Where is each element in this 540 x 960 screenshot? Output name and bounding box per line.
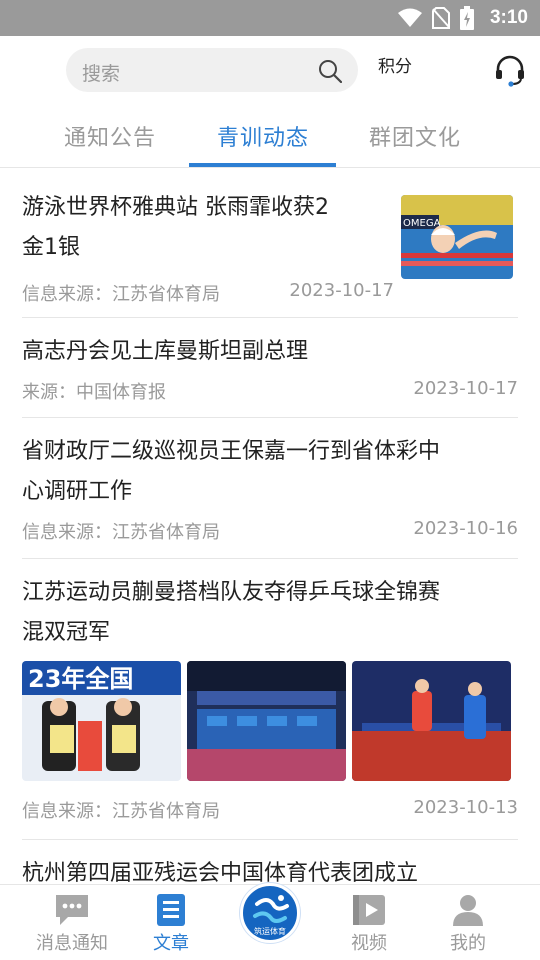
no-sim-icon (431, 7, 450, 29)
video-icon (353, 895, 385, 925)
article-title: 游泳世界杯雅典站 张雨霏收获2 金1银 (22, 188, 400, 268)
article-source: 信息来源：江苏省体育局 (22, 801, 220, 822)
search-input[interactable]: 搜索 (66, 48, 358, 92)
article-date: 2023-10-17 (289, 280, 394, 301)
article-item[interactable]: 杭州第四届亚残运会中国体育代表团成立 (22, 840, 518, 884)
status-time: 3:10 (489, 7, 528, 28)
article-title-line: 金1银 (22, 235, 80, 260)
article-title-line: 省财政厅二级巡视员王保嘉一行到省体彩中 (22, 439, 441, 464)
match-photo (352, 661, 511, 781)
article-title-line: 混双冠军 (22, 620, 111, 645)
article-source: 信息来源：江苏省体育局 (22, 522, 220, 543)
article-icon (157, 894, 185, 926)
article-item[interactable]: 游泳世界杯雅典站 张雨霏收获2 金1银 信息来源：江苏省体育局 2023-10-… (22, 188, 518, 318)
nav-label: 视频 (351, 933, 387, 954)
article-feed[interactable]: 游泳世界杯雅典站 张雨霏收获2 金1银 信息来源：江苏省体育局 2023-10-… (0, 168, 540, 884)
article-meta: 信息来源：江苏省体育局 2023-10-16 (22, 518, 518, 544)
article-title: 杭州第四届亚残运会中国体育代表团成立 (22, 861, 419, 884)
points-link[interactable]: 积分 (378, 52, 412, 77)
nav-label: 文章 (153, 933, 189, 954)
photo-banner-text: 23年全国 (28, 665, 133, 693)
nav-messages[interactable]: 消息通知 (22, 893, 122, 955)
nav-articles[interactable]: 文章 (121, 893, 221, 955)
status-bar: 3:10 (0, 0, 540, 36)
arena-photo (187, 661, 346, 781)
article-meta: 信息来源：江苏省体育局 2023-10-13 (22, 797, 518, 823)
category-tabs: 通知公告 青训动态 群团文化 (0, 108, 540, 168)
article-title: 高志丹会见土库曼斯坦副总理 (22, 339, 309, 364)
center-logo-button[interactable]: 筑运体育 (240, 883, 300, 943)
award-ceremony-photo: 23年全国 (22, 661, 181, 781)
headset-icon[interactable] (494, 55, 526, 87)
article-date: 2023-10-13 (413, 797, 518, 818)
nav-label: 我的 (450, 933, 486, 954)
article-title-line: 心调研工作 (22, 479, 133, 504)
nav-profile[interactable]: 我的 (418, 893, 518, 955)
article-title: 省财政厅二级巡视员王保嘉一行到省体彩中 心调研工作 (22, 432, 518, 512)
tab-group-culture[interactable]: 群团文化 (335, 120, 495, 156)
nav-label: 消息通知 (36, 933, 108, 954)
article-title-line: 游泳世界杯雅典站 张雨霏收获2 (22, 195, 329, 220)
header: 搜索 积分 (0, 36, 540, 108)
article-title-line: 江苏运动员蒯曼搭档队友夺得乒乓球全锦赛 (22, 580, 441, 605)
bottom-nav: 消息通知 文章 筑运体育 视频 我的 (0, 883, 540, 960)
article-source: 信息来源：江苏省体育局 (22, 284, 220, 305)
battery-icon (459, 6, 474, 30)
center-logo-text: 筑运体育 (254, 927, 286, 936)
swimmer-photo: OMEGA (401, 195, 513, 279)
article-title: 江苏运动员蒯曼搭档队友夺得乒乓球全锦赛 混双冠军 (22, 573, 518, 653)
svg-text:OMEGA: OMEGA (403, 218, 441, 229)
article-date: 2023-10-16 (413, 518, 518, 539)
tab-youth-training-news[interactable]: 青训动态 (183, 120, 343, 156)
nav-video[interactable]: 视频 (319, 893, 419, 955)
wifi-icon (397, 8, 422, 27)
article-meta: 来源：中国体育报 2023-10-17 (22, 378, 518, 404)
search-placeholder: 搜索 (82, 63, 121, 85)
article-item[interactable]: 高志丹会见土库曼斯坦副总理 来源：中国体育报 2023-10-17 (22, 318, 518, 418)
status-icons: 3:10 (397, 0, 528, 36)
article-item[interactable]: 省财政厅二级巡视员王保嘉一行到省体彩中 心调研工作 信息来源：江苏省体育局 20… (22, 418, 518, 559)
profile-icon (453, 895, 483, 926)
article-date: 2023-10-17 (413, 378, 518, 399)
tab-notices[interactable]: 通知公告 (30, 120, 190, 156)
search-icon[interactable] (318, 59, 342, 83)
message-icon (56, 895, 88, 925)
article-item[interactable]: 江苏运动员蒯曼搭档队友夺得乒乓球全锦赛 混双冠军 23年全国 信息来源：江苏省体… (22, 559, 518, 840)
article-meta: 信息来源：江苏省体育局 2023-10-17 (22, 280, 394, 306)
active-tab-indicator (189, 163, 336, 167)
article-source: 来源：中国体育报 (22, 382, 166, 403)
